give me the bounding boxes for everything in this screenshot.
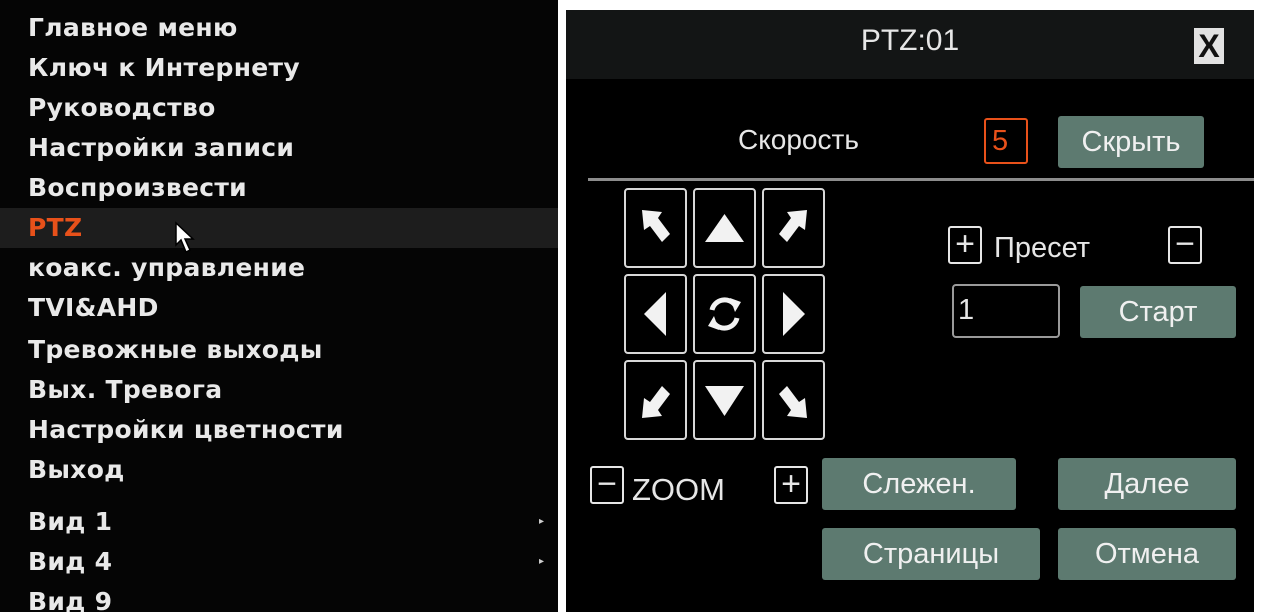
- zoom-in-button[interactable]: +: [774, 466, 808, 504]
- right-arrow-icon: [783, 292, 805, 336]
- menu-item-tvi-ahd[interactable]: TVI&AHD: [0, 288, 558, 328]
- next-button[interactable]: Далее: [1058, 458, 1236, 510]
- up-right-arrow-icon: [779, 210, 807, 242]
- menu-item-view-9[interactable]: Вид 9: [0, 582, 558, 612]
- main-menu: Главное меню Ключ к Интернету Руководств…: [0, 0, 558, 612]
- menu-item-label: Вид 4: [28, 547, 113, 576]
- menu-item-view-4[interactable]: Вид 4 ▸: [0, 542, 558, 582]
- preset-number-input[interactable]: 1: [952, 284, 1060, 338]
- hide-button[interactable]: Скрыть: [1058, 116, 1204, 168]
- close-button[interactable]: X: [1194, 28, 1224, 64]
- menu-item-guide[interactable]: Руководство: [0, 88, 558, 128]
- pages-button[interactable]: Страницы: [822, 528, 1040, 580]
- pan-up-right-button[interactable]: [762, 188, 825, 268]
- preset-label: Пресет: [994, 232, 1091, 264]
- pan-left-button[interactable]: [624, 274, 687, 354]
- cancel-button[interactable]: Отмена: [1058, 528, 1236, 580]
- mouse-cursor-icon: [175, 221, 195, 254]
- menu-item-alarm-outputs[interactable]: Тревожные выходы: [0, 330, 558, 370]
- menu-item-internet-key[interactable]: Ключ к Интернету: [0, 48, 558, 88]
- menu-item-label: Вид 1: [28, 507, 113, 536]
- up-arrow-icon: [705, 214, 744, 242]
- submenu-arrow-icon: ▸: [538, 516, 544, 527]
- pan-right-button[interactable]: [762, 274, 825, 354]
- menu-item-main-menu[interactable]: Главное меню: [0, 8, 558, 48]
- menu-item-ptz[interactable]: PTZ: [0, 208, 558, 248]
- dialog-title: PTZ:01: [860, 24, 960, 57]
- zoom-label: ZOOM: [632, 472, 725, 507]
- menu-item-view-1[interactable]: Вид 1 ▸: [0, 502, 558, 542]
- menu-item-exit[interactable]: Выход: [0, 450, 558, 490]
- preset-remove-button[interactable]: −: [1168, 226, 1202, 264]
- dialog-titlebar: PTZ:01 X: [566, 10, 1254, 79]
- down-right-arrow-icon: [779, 386, 807, 418]
- down-left-arrow-icon: [642, 386, 670, 418]
- zoom-out-button[interactable]: −: [590, 466, 624, 504]
- pan-up-left-button[interactable]: [624, 188, 687, 268]
- submenu-arrow-icon: ▸: [538, 556, 544, 567]
- menu-item-coax-control[interactable]: коакс. управление: [0, 248, 558, 288]
- auto-rotate-button[interactable]: [693, 274, 756, 354]
- divider: [588, 178, 1254, 181]
- start-button[interactable]: Старт: [1080, 286, 1236, 338]
- auto-rotate-icon: [708, 297, 741, 331]
- up-left-arrow-icon: [642, 210, 670, 242]
- tracking-button[interactable]: Слежен.: [822, 458, 1016, 510]
- ptz-dialog: PTZ:01 X Скорость 5 Скрыть + Пресет − 1 …: [566, 10, 1254, 612]
- menu-item-alarm-out[interactable]: Вых. Тревога: [0, 370, 558, 410]
- pan-down-left-button[interactable]: [624, 360, 687, 440]
- left-arrow-icon: [644, 292, 666, 336]
- pan-down-right-button[interactable]: [762, 360, 825, 440]
- preset-add-button[interactable]: +: [948, 226, 982, 264]
- menu-item-record-settings[interactable]: Настройки записи: [0, 128, 558, 168]
- speed-value-field[interactable]: 5: [984, 118, 1028, 164]
- pan-up-button[interactable]: [693, 188, 756, 268]
- menu-item-color-settings[interactable]: Настройки цветности: [0, 410, 558, 450]
- speed-label: Скорость: [738, 124, 859, 155]
- down-arrow-icon: [705, 386, 744, 416]
- pan-down-button[interactable]: [693, 360, 756, 440]
- menu-item-playback[interactable]: Воспроизвести: [0, 168, 558, 208]
